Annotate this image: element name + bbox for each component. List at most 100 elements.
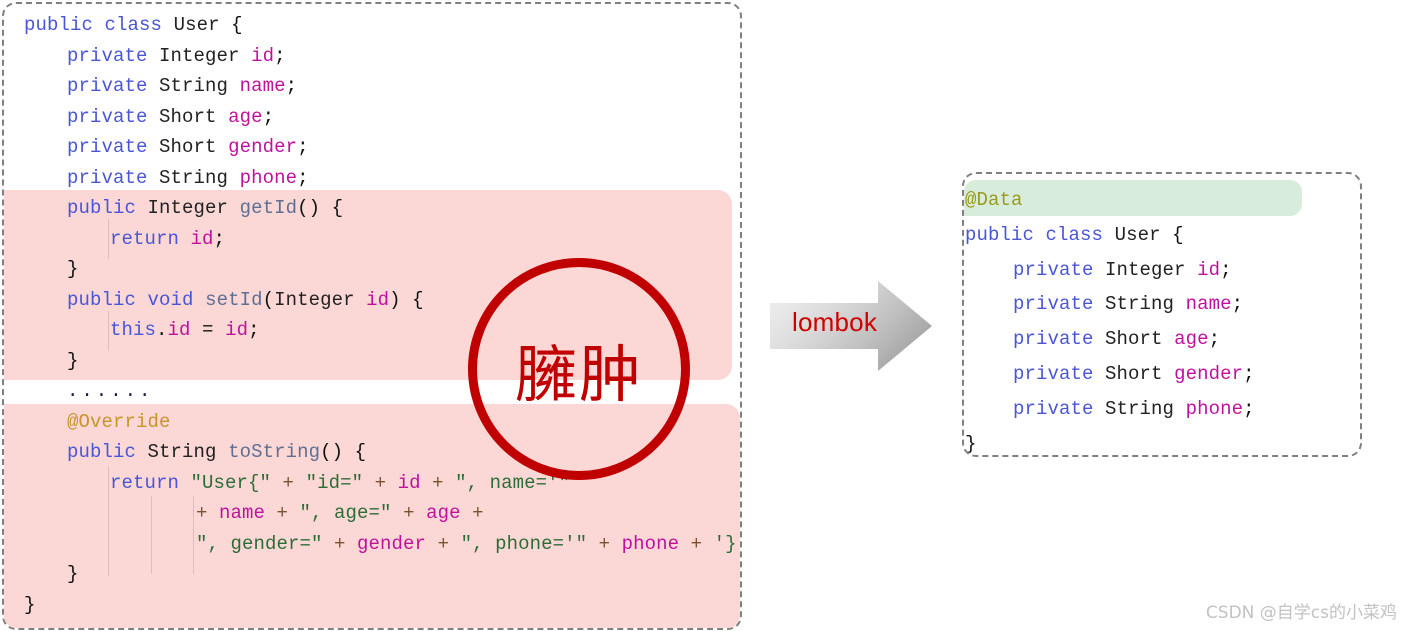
code-token: @Override [67,410,171,433]
code-token: gender [228,136,298,158]
code-token: () { [297,197,344,219]
code-token: String [147,441,217,463]
code-line: } [965,427,977,455]
code-token: public [67,288,137,311]
code-token: User [173,14,220,36]
code-token: getId [239,197,298,219]
code-token: + [426,532,461,555]
indent-guide [193,496,194,574]
code-token: return [110,471,180,494]
code-line: private Short age; [67,102,274,133]
code-token: String [1105,397,1175,420]
code-token: phone [239,166,298,189]
code-token: private [67,44,148,67]
code-token: ", phone='" [460,532,588,555]
code-token: String [159,166,229,189]
code-token: "id=" [305,471,364,494]
code-token: private [1013,397,1094,420]
indent-guide [108,466,109,576]
indent-guide [151,496,152,574]
csdn-watermark: CSDN @自学cs的小菜鸡 [1205,603,1397,623]
code-token: + [420,471,456,494]
code-token: private [67,136,148,158]
code-line: private Integer id; [67,41,286,72]
code-token: + [363,471,398,494]
code-line: return id; [110,224,225,255]
code-line: public class User { [965,218,1184,253]
code-line: private String name; [1013,287,1243,322]
code-token: ", age=" [299,502,392,524]
code-token: public [67,441,137,463]
code-token: Short [159,105,217,128]
code-token: } [24,593,36,616]
code-line: private Integer id; [1013,253,1232,288]
lombok-code-panel: @Data public class User {private Integer … [962,172,1362,457]
code-token: } [67,349,79,372]
code-token: phone [1185,397,1244,420]
code-line: + name + ", age=" + age + [196,498,484,529]
code-token: id [225,319,249,341]
code-token: id [251,44,275,67]
code-line: private String phone; [1013,392,1255,427]
code-token: age [228,105,263,128]
code-token: ...... [67,380,154,402]
code-line: private Short age; [1013,322,1220,357]
code-token: + [271,471,306,494]
code-token: id [366,288,390,311]
code-token: ; [262,105,275,128]
code-token: () { [320,441,367,463]
code-token: class [104,14,163,36]
code-token: ( [262,288,275,311]
code-line: return "User{" + "id=" + id + ", name='" [110,468,570,499]
code-line: private String phone; [67,163,309,194]
code-token: + [265,502,300,524]
code-token: public [24,14,94,36]
code-token: } [67,563,79,585]
code-token: { [1160,223,1184,246]
code-token: name [1185,293,1232,316]
code-token: + [679,532,714,555]
code-line: @Override [67,407,171,438]
code-token: ; [297,136,309,158]
code-line: ...... [67,376,153,407]
code-token: name [239,75,286,97]
code-line: public class User { [24,10,243,41]
code-token: Integer [159,44,240,67]
code-token: public [965,223,1035,246]
code-token: Integer [147,197,229,219]
code-token: ; [297,166,309,189]
code-token: private [1013,363,1094,385]
code-line: public String toString() { [67,437,366,468]
code-token: ; [1220,258,1232,281]
code-token: User [1114,223,1161,246]
code-token: . [156,319,168,341]
bloated-annotation-circle: 臃肿 [468,258,690,480]
code-line: } [67,254,79,285]
code-token: class [1045,223,1104,246]
code-token: id [167,319,191,341]
code-token: ; [1243,363,1255,385]
code-token: this [110,319,157,341]
code-token: + [322,532,358,555]
code-line: ", gender=" + gender + ", phone='" + pho… [196,529,740,560]
